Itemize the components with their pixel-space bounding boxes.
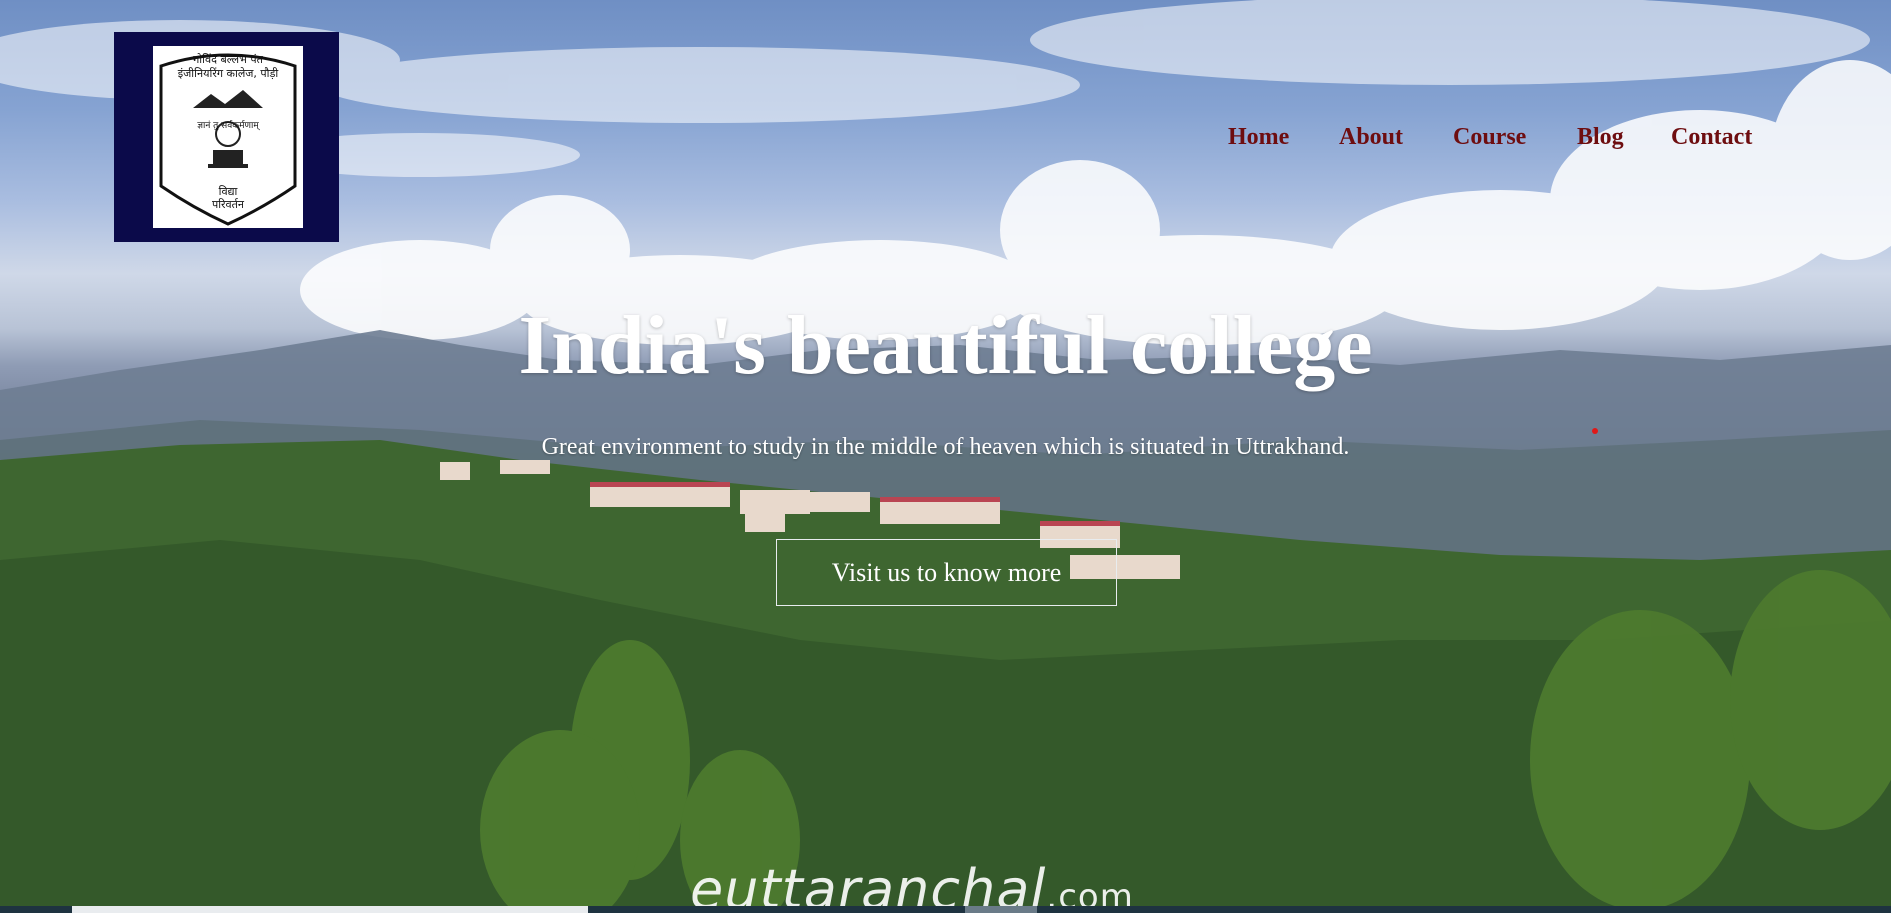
logo-motto-1: विद्या (218, 185, 238, 198)
logo-emblem: गोविंद बल्लभ पंत इंजीनियरिंग कालेज, पौड़… (153, 46, 303, 228)
logo-ring-text: ज्ञानं तु सर्वकर्मणाम् (197, 121, 259, 131)
nav-course-link[interactable]: Course (1453, 124, 1526, 151)
nav-home-link[interactable]: Home (1228, 124, 1289, 151)
red-dot-marker (1592, 428, 1598, 434)
hero-subtitle: Great environment to study in the middle… (541, 434, 1350, 460)
logo-motto-2: परिवर्तन (211, 198, 245, 211)
nav-about-link[interactable]: About (1339, 124, 1403, 151)
bottom-scrollbar[interactable] (0, 906, 1891, 913)
bottom-bar-segment (72, 906, 588, 913)
bottom-bar-thumb[interactable] (965, 906, 1037, 913)
college-logo[interactable]: गोविंद बल्लभ पंत इंजीनियरिंग कालेज, पौड़… (114, 32, 339, 242)
logo-line-1: गोविंद बल्लभ पंत (193, 53, 263, 66)
logo-line-2: इंजीनियरिंग कालेज, पौड़ी (177, 67, 279, 80)
visit-us-button[interactable]: Visit us to know more (776, 539, 1117, 606)
nav-blog-link[interactable]: Blog (1577, 124, 1624, 151)
hero-title: India's beautiful college (518, 299, 1373, 392)
nav-contact-link[interactable]: Contact (1671, 124, 1752, 151)
